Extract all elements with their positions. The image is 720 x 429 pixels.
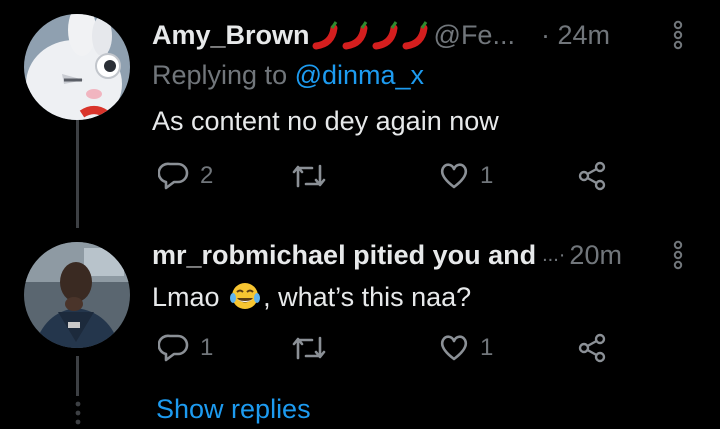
replying-to: Replying to @dinma_x <box>152 60 424 91</box>
tweet-text: As content no dey again now <box>152 106 499 136</box>
reply-icon <box>158 334 189 362</box>
author-handle[interactable]: ...· <box>542 244 565 267</box>
like-count: 1 <box>480 334 494 361</box>
retweet-button[interactable] <box>290 160 338 192</box>
reply-count: 1 <box>200 334 214 361</box>
chili-pepper-icon <box>402 21 428 50</box>
share-button[interactable] <box>576 160 608 192</box>
like-button[interactable]: 1 <box>438 332 493 364</box>
retweet-button[interactable] <box>290 332 338 364</box>
reply-icon <box>158 162 189 190</box>
show-replies-link[interactable]: Show replies <box>156 394 311 425</box>
author-handle[interactable]: @Fe... <box>434 20 515 51</box>
tweet-text: Lmao , what’s this naa? <box>152 280 471 313</box>
thread-line-upper <box>76 118 79 228</box>
chili-pepper-icon <box>372 21 398 50</box>
more-options-icon[interactable] <box>670 20 686 50</box>
chili-pepper-icon <box>312 21 338 50</box>
author-name[interactable]: mr_robmichael pitied you and <box>152 240 536 271</box>
replying-to-handle[interactable]: @dinma_x <box>295 60 424 90</box>
thread-dotted-connector <box>75 401 81 425</box>
more-options-icon[interactable] <box>670 240 686 270</box>
tweet-header: Amy_Brown @Fe... · 24m <box>152 17 610 53</box>
reply-count: 2 <box>200 162 214 189</box>
reply-button[interactable]: 2 <box>158 160 213 192</box>
chili-pepper-icon <box>342 21 368 50</box>
tweet-header: mr_robmichael pitied you and ...· 20m <box>152 237 622 273</box>
share-icon <box>578 161 606 191</box>
tweet-text-end: , what’s this naa? <box>263 282 472 312</box>
face-with-tears-of-joy-icon <box>230 283 261 309</box>
reply-button[interactable]: 1 <box>158 332 213 364</box>
heart-icon <box>440 163 468 189</box>
share-button[interactable] <box>576 332 608 364</box>
share-icon <box>578 333 606 363</box>
like-count: 1 <box>480 162 494 189</box>
replying-to-label: Replying to <box>152 60 295 90</box>
tweet-timestamp[interactable]: · 24m <box>541 20 610 51</box>
thread-line-lower <box>76 356 79 396</box>
heart-icon <box>440 335 468 361</box>
tweet-text-start: Lmao <box>152 282 220 312</box>
author-name[interactable]: Amy_Brown <box>152 20 310 51</box>
avatar-mr-robmichael[interactable] <box>24 242 130 348</box>
avatar-amy-brown[interactable] <box>24 14 130 120</box>
tweet-timestamp[interactable]: 20m <box>569 240 622 271</box>
retweet-icon <box>292 164 326 188</box>
retweet-icon <box>292 336 326 360</box>
like-button[interactable]: 1 <box>438 160 493 192</box>
